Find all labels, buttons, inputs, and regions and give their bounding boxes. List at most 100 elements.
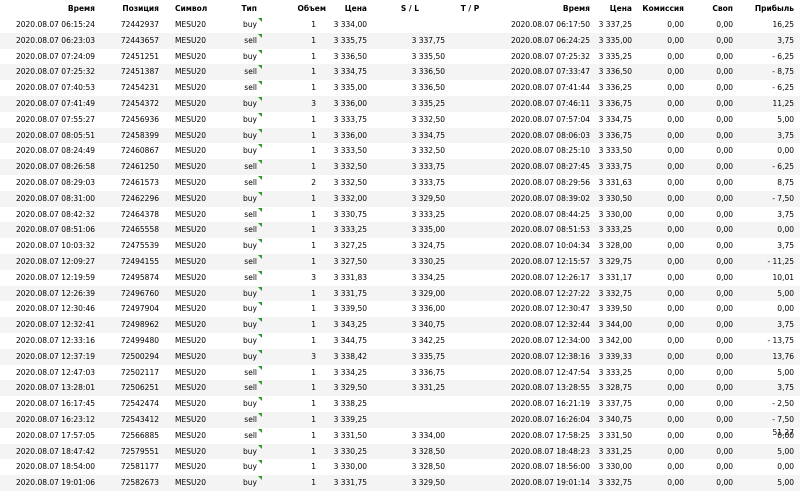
- table-row[interactable]: 2020.08.07 07:25:32 72451387 MESU20 sell 1 3 …: [0, 64, 800, 81]
- cell-commission: 0,00: [667, 383, 684, 393]
- header-close-price[interactable]: Цена: [595, 0, 632, 17]
- table-row[interactable]: 2020.08.07 08:05:51 72458399 MESU20 buy 1 3 3…: [0, 127, 800, 144]
- type-corner-icon: [258, 49, 262, 54]
- table-row[interactable]: 2020.08.07 08:24:49 72460867 MESU20 buy 1 3 3…: [0, 143, 800, 159]
- header-swap[interactable]: Своп: [690, 0, 733, 17]
- cell-commission: 0,00: [667, 462, 684, 472]
- header-profit[interactable]: Прибыль: [740, 0, 794, 17]
- header-volume[interactable]: Объем: [270, 0, 326, 17]
- cell-price: 3 336,00: [333, 98, 367, 108]
- header-commission[interactable]: Комиссия: [640, 0, 684, 17]
- cell-sl: 3 334,25: [411, 272, 445, 282]
- cell-profit: 10,01: [772, 272, 794, 282]
- cell-profit: 5,00: [777, 478, 794, 488]
- type-corner-icon: [258, 239, 262, 244]
- cell-close-price: 3 333,25: [598, 225, 632, 235]
- table-row[interactable]: 2020.08.07 07:40:53 72454231 MESU20 sell 1 3 …: [0, 80, 800, 96]
- cell-position: 72581177: [120, 462, 159, 472]
- total-profit: 51,27: [772, 428, 794, 437]
- table-row[interactable]: 2020.08.07 12:33:16 72499480 MESU20 buy 1 3 3…: [0, 333, 800, 349]
- header-price[interactable]: Цена: [330, 0, 367, 17]
- cell-position: 72460867: [120, 146, 159, 156]
- cell-price: 3 333,50: [333, 146, 367, 156]
- table-row[interactable]: 2020.08.07 06:15:24 72442937 MESU20 buy 1 3 3…: [0, 17, 800, 33]
- cell-commission: 0,00: [667, 225, 684, 235]
- cell-profit: - 8,75: [772, 67, 794, 77]
- cell-type: sell: [244, 35, 257, 45]
- cell-time: 2020.08.07 08:42:32: [15, 209, 95, 219]
- cell-commission: 0,00: [667, 288, 684, 298]
- table-row[interactable]: 2020.08.07 12:47:03 72502117 MESU20 sell 1 3 …: [0, 365, 800, 381]
- cell-commission: 0,00: [667, 35, 684, 45]
- table-row[interactable]: 2020.08.07 08:42:32 72464378 MESU20 sell 1 3 …: [0, 207, 800, 223]
- header-position[interactable]: Позиция: [100, 0, 159, 17]
- cell-time: 2020.08.07 12:19:59: [15, 272, 95, 282]
- cell-profit: 3,75: [777, 130, 794, 140]
- cell-sl: 3 335,00: [411, 225, 445, 235]
- cell-sl: 3 329,50: [411, 193, 445, 203]
- header-tp[interactable]: T / P: [435, 0, 505, 17]
- cell-swap: 0,00: [716, 383, 733, 393]
- cell-close-price: 3 337,75: [598, 399, 632, 409]
- cell-price: 3 333,25: [333, 225, 367, 235]
- type-corner-icon: [258, 412, 262, 417]
- table-row[interactable]: 2020.08.07 08:29:03 72461573 MESU20 sell 2 3 …: [0, 175, 800, 191]
- cell-position: 72475539: [120, 241, 159, 251]
- table-row[interactable]: 2020.08.07 06:23:03 72443657 MESU20 sell 1 3 …: [0, 32, 800, 49]
- table-row[interactable]: 2020.08.07 12:30:46 72497904 MESU20 buy 1 3 3…: [0, 301, 800, 317]
- history-table: Время Позиция Символ Тип Объем Цена S / …: [0, 0, 800, 491]
- table-row[interactable]: 2020.08.07 07:55:27 72456936 MESU20 buy 1 3 3…: [0, 112, 800, 128]
- header-type[interactable]: Тип: [225, 0, 257, 17]
- table-row[interactable]: 2020.08.07 12:26:39 72496760 MESU20 buy 1 3 3…: [0, 285, 800, 302]
- cell-price: 3 338,25: [333, 399, 367, 409]
- cell-commission: 0,00: [667, 162, 684, 172]
- cell-profit: - 11,25: [767, 256, 794, 266]
- table-row[interactable]: 2020.08.07 13:28:01 72506251 MESU20 sell 1 3 …: [0, 380, 800, 397]
- table-row[interactable]: 2020.08.07 12:37:19 72500294 MESU20 buy 3 3 3…: [0, 348, 800, 365]
- cell-profit: 3,75: [777, 320, 794, 330]
- table-row[interactable]: 2020.08.07 16:17:45 72542474 MESU20 buy 1 3 3…: [0, 396, 800, 412]
- cell-type: sell: [244, 256, 257, 266]
- cell-price: 3 344,75: [333, 335, 367, 345]
- cell-profit: 5,00: [777, 114, 794, 124]
- cell-price: 3 332,50: [333, 177, 367, 187]
- table-row[interactable]: 2020.08.07 07:41:49 72454372 MESU20 buy 3 3 3…: [0, 95, 800, 112]
- cell-close-price: 3 330,50: [598, 193, 632, 203]
- cell-position: 72502117: [120, 367, 159, 377]
- table-row[interactable]: 2020.08.07 12:09:27 72494155 MESU20 sell 1 3 …: [0, 253, 800, 270]
- header-time[interactable]: Время: [0, 0, 95, 17]
- cell-type: sell: [244, 225, 257, 235]
- cell-price: 3 334,75: [333, 67, 367, 77]
- table-row[interactable]: 2020.08.07 12:19:59 72495874 MESU20 sell 3 3 …: [0, 270, 800, 286]
- cell-position: 72442937: [120, 20, 159, 29]
- table-row[interactable]: 2020.08.07 08:51:06 72465558 MESU20 sell 1 3 …: [0, 222, 800, 239]
- table-header: Время Позиция Символ Тип Объем Цена S / …: [0, 0, 800, 17]
- table-row[interactable]: 2020.08.07 18:47:42 72579551 MESU20 buy 1 3 3…: [0, 443, 800, 460]
- cell-profit: 11,25: [772, 98, 794, 108]
- cell-close-price: 3 329,75: [598, 256, 632, 266]
- cell-profit: 5,00: [777, 288, 794, 298]
- cell-profit: 3,75: [777, 209, 794, 219]
- cell-close-price: 3 331,25: [598, 446, 632, 456]
- cell-close-price: 3 336,25: [598, 83, 632, 93]
- cell-swap: 0,00: [716, 20, 733, 29]
- cell-sl: 3 330,25: [411, 256, 445, 266]
- cell-type: buy: [243, 446, 257, 456]
- table-row[interactable]: 2020.08.07 07:24:09 72451251 MESU20 buy 1 3 3…: [0, 49, 800, 65]
- cell-profit: - 7,50: [772, 193, 794, 203]
- cell-swap: 0,00: [716, 67, 733, 77]
- table-row[interactable]: 2020.08.07 08:26:58 72461250 MESU20 sell 1 3 …: [0, 159, 800, 175]
- table-row[interactable]: 2020.08.07 18:54:00 72581177 MESU20 buy 1 3 3…: [0, 459, 800, 475]
- table-row[interactable]: 2020.08.07 19:01:06 72582673 MESU20 buy 1 3 3…: [0, 475, 800, 491]
- cell-swap: 0,00: [716, 478, 733, 488]
- cell-position: 72542474: [120, 399, 159, 409]
- cell-profit: 16,25: [772, 20, 794, 29]
- header-close-time[interactable]: Время: [500, 0, 590, 17]
- table-row[interactable]: 2020.08.07 10:03:32 72475539 MESU20 buy 1 3 3…: [0, 238, 800, 254]
- cell-close-price: 3 328,75: [598, 383, 632, 393]
- cell-position: 72451251: [120, 51, 159, 61]
- cell-profit: 0,00: [777, 462, 794, 472]
- cell-type: buy: [243, 462, 257, 472]
- table-row[interactable]: 2020.08.07 08:31:00 72462296 MESU20 buy 1 3 3…: [0, 190, 800, 207]
- table-row[interactable]: 2020.08.07 12:32:41 72498962 MESU20 buy 1 3 3…: [0, 317, 800, 333]
